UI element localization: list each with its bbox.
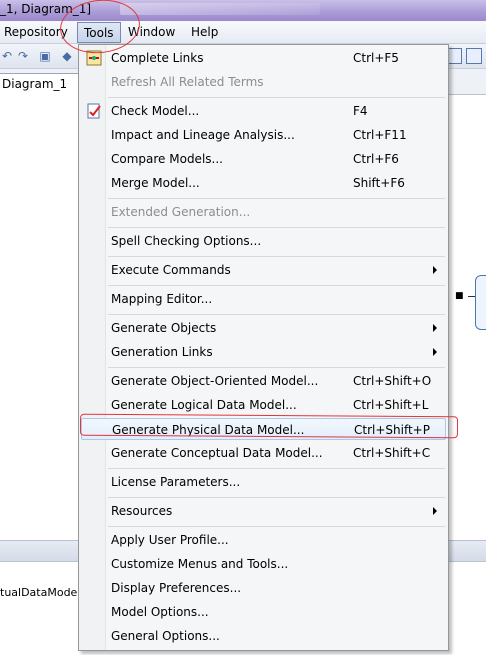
- menu-item-generate-ldm[interactable]: Generate Logical Data Model... Ctrl+Shif…: [81, 394, 446, 416]
- menu-item-shortcut: F4: [353, 104, 368, 118]
- menu-repository[interactable]: Repository: [4, 25, 68, 39]
- menu-item-label: Compare Models...: [111, 152, 223, 166]
- submenu-arrow-icon: [433, 266, 437, 274]
- title-blurred-region: [120, 3, 320, 15]
- menu-item-license-parameters[interactable]: License Parameters...: [81, 471, 446, 493]
- find-icon[interactable]: ◆: [60, 49, 74, 63]
- menu-item-shortcut: Ctrl+F11: [353, 128, 407, 142]
- tools-menu-dropdown: Complete Links Ctrl+F5 Refresh All Relat…: [78, 44, 449, 651]
- menu-item-label: Generation Links: [111, 345, 213, 359]
- menu-item-complete-links[interactable]: Complete Links Ctrl+F5: [81, 47, 446, 69]
- menu-separator: [108, 227, 445, 228]
- menu-item-label: Mapping Editor...: [111, 292, 213, 306]
- menu-separator: [108, 97, 445, 98]
- check-model-icon: [87, 103, 101, 119]
- menu-item-general-options[interactable]: General Options...: [81, 625, 446, 647]
- menu-separator: [108, 497, 445, 498]
- menu-separator: [108, 526, 445, 527]
- menu-separator: [108, 198, 445, 199]
- menu-item-generate-objects[interactable]: Generate Objects: [81, 317, 446, 339]
- menu-item-label: Spell Checking Options...: [111, 234, 262, 248]
- submenu-arrow-icon: [433, 348, 437, 356]
- menu-item-label: General Options...: [111, 629, 220, 643]
- menu-item-check-model[interactable]: Check Model... F4: [81, 100, 446, 122]
- menu-item-label: Extended Generation...: [111, 205, 251, 219]
- tab-diagram-1[interactable]: Diagram_1: [0, 73, 90, 95]
- menu-item-model-options[interactable]: Model Options...: [81, 601, 446, 623]
- properties-icon[interactable]: ▣: [38, 49, 52, 63]
- submenu-arrow-icon: [433, 507, 437, 515]
- menu-item-label: Resources: [111, 504, 173, 518]
- menu-item-shortcut: Ctrl+Shift+C: [353, 446, 431, 460]
- menu-item-extended-generation[interactable]: Extended Generation...: [81, 201, 446, 223]
- menu-separator: [108, 468, 445, 469]
- menu-item-label: Merge Model...: [111, 176, 200, 190]
- menu-item-label: Refresh All Related Terms: [111, 75, 264, 89]
- redo-icon[interactable]: ↷: [16, 49, 30, 63]
- menu-separator: [108, 256, 445, 257]
- menu-item-generation-links[interactable]: Generation Links: [81, 341, 446, 363]
- menu-item-display-preferences[interactable]: Display Preferences...: [81, 577, 446, 599]
- menu-item-spell-checking[interactable]: Spell Checking Options...: [81, 230, 446, 252]
- menu-help[interactable]: Help: [191, 25, 218, 39]
- menu-item-mapping-editor[interactable]: Mapping Editor...: [81, 288, 446, 310]
- zoom-page-icon[interactable]: [466, 48, 482, 64]
- menu-item-label: Generate Objects: [111, 321, 217, 335]
- menu-item-shortcut: Ctrl+F6: [353, 152, 399, 166]
- menu-item-impact-lineage[interactable]: Impact and Lineage Analysis... Ctrl+F11: [81, 124, 446, 146]
- menu-item-label: Apply User Profile...: [111, 533, 229, 547]
- menu-item-merge-model[interactable]: Merge Model... Shift+F6: [81, 172, 446, 194]
- tab-label: Diagram_1: [2, 77, 68, 91]
- menu-item-label: Model Options...: [111, 605, 209, 619]
- menu-item-label: Customize Menus and Tools...: [111, 557, 289, 571]
- undo-icon[interactable]: ↶: [0, 49, 14, 63]
- red-highlight-rectangle: [79, 413, 459, 439]
- menu-item-label: Display Preferences...: [111, 581, 242, 595]
- menu-item-generate-oom[interactable]: Generate Object-Oriented Model... Ctrl+S…: [81, 370, 446, 392]
- browser-item[interactable]: tualDataModel_: [0, 586, 86, 599]
- menu-item-label: Complete Links: [111, 51, 204, 65]
- menu-item-label: Impact and Lineage Analysis...: [111, 128, 295, 142]
- menu-item-apply-user-profile[interactable]: Apply User Profile...: [81, 529, 446, 551]
- menu-item-label: Generate Logical Data Model...: [111, 398, 297, 412]
- menu-item-label: Generate Object-Oriented Model...: [111, 374, 319, 388]
- menu-item-shortcut: Ctrl+F5: [353, 51, 399, 65]
- menu-item-label: Execute Commands: [111, 263, 231, 277]
- menu-separator: [108, 285, 445, 286]
- submenu-arrow-icon: [433, 324, 437, 332]
- menu-item-execute-commands[interactable]: Execute Commands: [81, 259, 446, 281]
- entity-symbol[interactable]: [475, 275, 486, 330]
- menu-item-shortcut: Ctrl+Shift+O: [353, 374, 432, 388]
- menu-item-generate-cdm[interactable]: Generate Conceptual Data Model... Ctrl+S…: [81, 442, 446, 464]
- menu-separator: [108, 314, 445, 315]
- menu-item-label: Generate Conceptual Data Model...: [111, 446, 323, 460]
- menu-item-customize-menus[interactable]: Customize Menus and Tools...: [81, 553, 446, 575]
- menu-item-label: License Parameters...: [111, 475, 241, 489]
- menu-item-compare-models[interactable]: Compare Models... Ctrl+F6: [81, 148, 446, 170]
- menu-item-resources[interactable]: Resources: [81, 500, 446, 522]
- menu-item-shortcut: Ctrl+Shift+L: [353, 398, 429, 412]
- menu-item-label: Check Model...: [111, 104, 200, 118]
- menu-item-refresh-all-related-terms[interactable]: Refresh All Related Terms: [81, 71, 446, 93]
- menu-separator: [108, 367, 445, 368]
- menu-item-shortcut: Shift+F6: [353, 176, 405, 190]
